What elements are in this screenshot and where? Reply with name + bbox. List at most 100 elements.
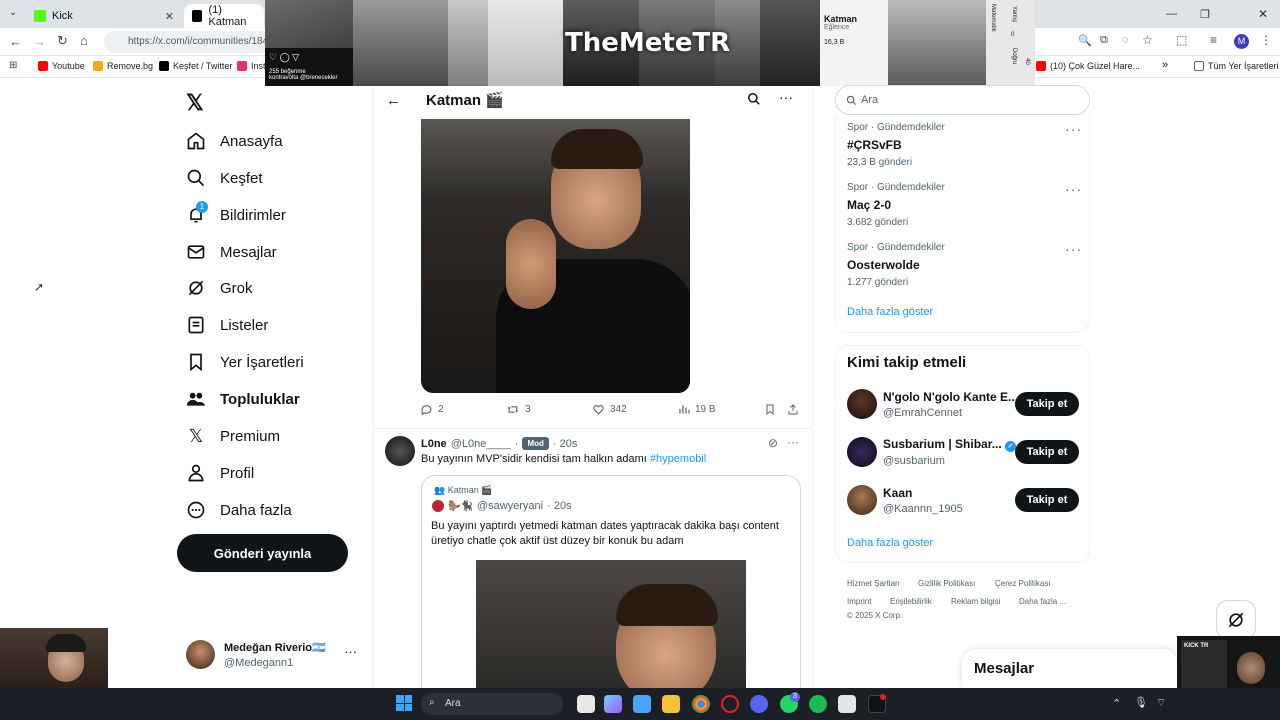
microphone-icon[interactable]: 🎙 — [1134, 696, 1148, 709]
bookmark-removebg[interactable]: Remove.bg — [93, 61, 153, 71]
footer-link[interactable]: Gizlilik Politikası — [918, 579, 975, 588]
x-logo-icon[interactable]: 𝕏 — [186, 90, 204, 116]
url-field[interactable]: https://x.com/i/communities/184 — [104, 31, 274, 53]
eye-off-icon[interactable]: ◌ — [1122, 34, 1129, 46]
show-more-trends-link[interactable]: Daha fazla göster — [847, 306, 933, 318]
home-browser-icon[interactable]: ⌂ — [80, 33, 88, 48]
taskbar-search[interactable]: ⌕ Ara — [421, 693, 563, 715]
nav-item-communities[interactable]: Topluluklar — [186, 389, 300, 409]
more-horizontal-icon[interactable]: ··· — [1065, 121, 1082, 137]
grok-floating-button[interactable] — [1216, 600, 1256, 640]
trend-item[interactable]: Spor · Gündemdekiler Maç 2-0 3.682 gönde… — [847, 182, 945, 228]
media-icon[interactable]: ≡ — [1210, 33, 1217, 47]
footer-link[interactable]: Daha fazla ... — [1019, 597, 1066, 606]
nav-item-home[interactable]: Anasayfa — [186, 131, 283, 151]
nav-item-bookmarks[interactable]: Yer İşaretleri — [186, 352, 304, 372]
repost-button[interactable]: 3 — [506, 403, 531, 416]
tab-kick[interactable]: Kick ✕ — [26, 4, 182, 28]
reload-icon[interactable]: ↻ — [57, 33, 68, 49]
more-horizontal-icon[interactable]: ··· — [779, 89, 793, 105]
nav-item-profile[interactable]: Profil — [186, 463, 254, 483]
back-arrow-icon[interactable]: ← — [386, 92, 401, 109]
chevron-right-icon[interactable]: » — [1162, 59, 1168, 71]
widgets-icon[interactable] — [633, 695, 651, 713]
bookmark-all[interactable]: Tüm Yer İşaretleri — [1194, 61, 1279, 71]
task-view-icon[interactable] — [577, 695, 595, 713]
forward-icon[interactable]: → — [33, 34, 46, 49]
chevron-up-icon[interactable]: ⌃ — [1112, 697, 1121, 710]
share-icon[interactable] — [787, 403, 799, 416]
nav-item-grok[interactable]: Grok — [186, 278, 253, 298]
reply-button[interactable]: 2 — [420, 403, 444, 416]
nav-item-messages[interactable]: Mesajlar — [186, 242, 277, 262]
trend-item[interactable]: Spor · Gündemdekiler Oosterwolde 1.277 g… — [847, 242, 945, 288]
wifi-icon[interactable]: ⌔ — [1156, 696, 1166, 710]
tab-search-icon[interactable]: ⌄ — [6, 7, 20, 21]
bookmark-youtube[interactable]: Youtube — [38, 61, 85, 71]
follow-suggestion[interactable]: Kaan @Kaannn_1905 Takip et — [847, 485, 1087, 515]
star-icon[interactable]: ☆ — [1142, 33, 1153, 47]
menu-icon[interactable]: ⋮ — [1260, 33, 1272, 47]
close-window-icon[interactable]: ✕ — [1258, 7, 1268, 21]
copilot-icon[interactable] — [604, 695, 622, 713]
footer-link[interactable]: Çerez Politikası — [995, 579, 1051, 588]
spotify-icon[interactable] — [809, 695, 827, 713]
apps-icon[interactable]: ⊞ — [9, 60, 17, 71]
trend-item[interactable]: Spor · Gündemdekiler #ÇRSvFB 23,3 B gönd… — [847, 122, 945, 168]
like-button[interactable]: 342 — [592, 403, 627, 416]
nav-item-explore[interactable]: Keşfet — [186, 168, 263, 188]
post-time[interactable]: · 20s — [553, 438, 577, 450]
search-input[interactable]: Ara — [835, 85, 1090, 115]
more-horizontal-icon[interactable]: ··· — [1065, 181, 1082, 197]
follow-suggestion[interactable]: N'golo N'golo Kante E... @EmrahCennet Ta… — [847, 389, 1087, 419]
footer-link[interactable]: Imprint — [847, 597, 871, 606]
chrome-icon[interactable] — [692, 695, 710, 713]
footer-link[interactable]: Hizmet Şartları — [847, 579, 900, 588]
zoom-icon[interactable]: 🔍 — [1078, 34, 1092, 47]
extensions-icon[interactable]: ⬚ — [1176, 33, 1187, 47]
bookmark-kesfet[interactable]: Keşfet / Twitter — [159, 61, 232, 71]
close-tab-icon[interactable]: ✕ — [165, 10, 174, 23]
nav-item-more[interactable]: Daha fazla — [186, 500, 292, 520]
post-button[interactable]: Gönderi yayınla — [177, 534, 348, 572]
footer-link[interactable]: Reklam bilgisi — [951, 597, 1000, 606]
quoted-community[interactable]: 👥 Katman 🎬 — [434, 485, 492, 496]
views-button[interactable]: 19 B — [678, 403, 716, 415]
avatar[interactable] — [385, 436, 415, 466]
follow-button[interactable]: Takip et — [1015, 440, 1079, 464]
install-icon[interactable]: ⧉ — [1100, 34, 1108, 47]
show-more-follow-link[interactable]: Daha fazla göster — [847, 537, 933, 549]
more-horizontal-icon[interactable]: ··· — [787, 435, 799, 449]
opera-icon[interactable] — [721, 695, 739, 713]
discord-icon[interactable] — [750, 695, 768, 713]
tab-katman[interactable]: (1) Katman — [184, 4, 264, 28]
hashtag-link[interactable]: #hypemobil — [650, 453, 706, 465]
store-icon[interactable] — [838, 695, 856, 713]
restore-icon[interactable]: ❐ — [1200, 8, 1210, 21]
minimize-icon[interactable]: — — [1166, 8, 1177, 20]
quoted-post[interactable]: 👥 Katman 🎬 🦫🐈‍⬛ @sawyeryani · 20s Bu yay… — [421, 475, 801, 688]
author-name[interactable]: L0ne — [421, 438, 447, 450]
bookmark-instagram[interactable]: Inst — [237, 61, 266, 71]
bookmark-youtube-video[interactable]: (10) Çok Güzel Hare... — [1036, 61, 1140, 71]
follow-suggestion[interactable]: Susbarium | Shibar... ✓ @susbarium Takip… — [847, 437, 1087, 467]
windows-start-icon[interactable] — [396, 695, 412, 711]
profile-avatar[interactable]: M — [1234, 34, 1249, 49]
author-handle[interactable]: @L0ne____ — [451, 438, 511, 450]
follow-button[interactable]: Takip et — [1015, 488, 1079, 512]
grok-icon[interactable]: ⊘ — [768, 436, 778, 450]
more-horizontal-icon[interactable]: ··· — [344, 644, 357, 659]
footer-link[interactable]: Erişilebilirlik — [890, 597, 932, 606]
quoted-handle[interactable]: @sawyeryani — [477, 500, 543, 512]
back-icon[interactable]: ← — [9, 34, 22, 49]
post-image[interactable] — [421, 119, 690, 393]
nav-item-notifications[interactable]: 1 Bildirimler — [186, 201, 286, 225]
account-switcher[interactable]: Medeğan Riverio🇦🇷 @Medegann1 ··· — [186, 640, 366, 674]
messages-drawer[interactable]: Mesajlar — [962, 649, 1177, 688]
bookmark-icon[interactable] — [764, 403, 776, 416]
quoted-image[interactable] — [476, 560, 746, 688]
nav-item-premium[interactable]: 𝕏 Premium — [186, 426, 280, 446]
more-horizontal-icon[interactable]: ··· — [1065, 241, 1082, 257]
file-explorer-icon[interactable] — [662, 695, 680, 713]
follow-button[interactable]: Takip et — [1015, 392, 1079, 416]
